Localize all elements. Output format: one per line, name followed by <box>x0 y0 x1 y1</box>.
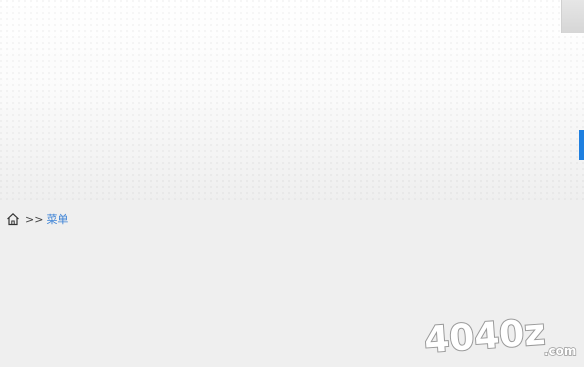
watermark-suffix: .com <box>544 344 576 358</box>
breadcrumb-current[interactable]: 菜单 <box>46 211 68 227</box>
side-accent-bar <box>579 130 584 160</box>
breadcrumb: >> 菜单 <box>6 211 68 227</box>
hero-banner <box>0 0 584 200</box>
breadcrumb-separator: >> <box>25 212 44 226</box>
home-icon[interactable] <box>6 212 20 226</box>
top-right-tab[interactable] <box>561 0 584 33</box>
watermark-text: 4040z <box>423 312 547 359</box>
watermark-logo: 4040z .com <box>422 311 577 359</box>
